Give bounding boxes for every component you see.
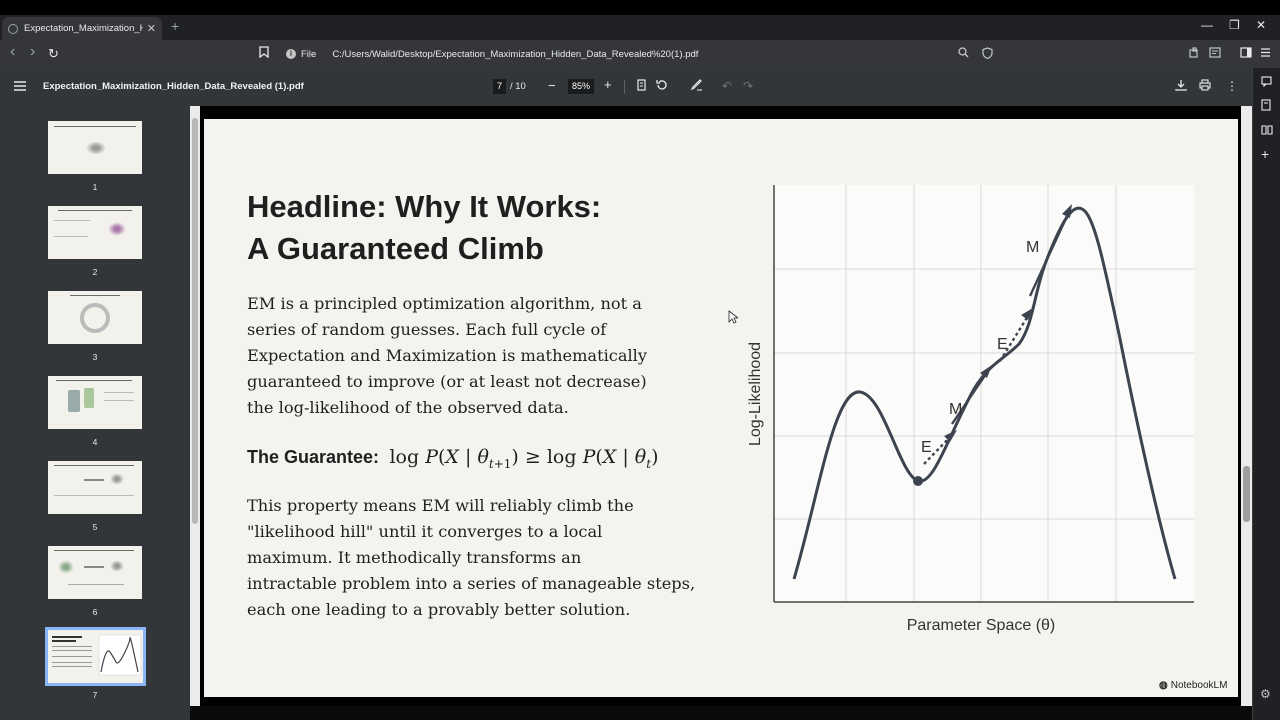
thumbnail-number: 4 — [92, 437, 98, 447]
shield-icon[interactable] — [982, 47, 993, 62]
body-line: This property means EM will reliably cli… — [247, 496, 634, 515]
toolbar-divider — [624, 80, 625, 94]
zoom-level-input[interactable]: 85% — [568, 79, 594, 94]
url-text[interactable]: C:/Users/Walid/Desktop/Expectation_Maxim… — [332, 49, 698, 60]
zoom-in-button[interactable]: + — [604, 77, 612, 92]
thumbnail-number: 1 — [92, 182, 98, 192]
body-line: intractable problem into a series of man… — [247, 574, 696, 593]
headline-line: Headline: Why It Works: — [247, 189, 602, 224]
headline-line: A Guaranteed Climb — [247, 231, 544, 266]
minimize-button[interactable]: — — [1201, 18, 1213, 32]
y-axis-label: Log-Likelihood — [747, 342, 764, 446]
mouse-cursor-icon — [728, 310, 738, 324]
back-button[interactable]: ‹ — [10, 43, 15, 61]
pdf-viewer: Headline: Why It Works: A Guaranteed Cli… — [200, 106, 1241, 706]
forward-button[interactable]: › — [30, 43, 35, 61]
bookmark-icon[interactable] — [259, 46, 269, 61]
extensions-icon[interactable] — [1189, 47, 1200, 61]
undo-icon[interactable]: ↶ — [722, 79, 732, 93]
brand-text: NotebookLM — [1170, 680, 1228, 691]
body-line: the log-likelihood of the observed data. — [247, 398, 569, 417]
scheme-label: File — [301, 48, 317, 60]
thumbnail-number: 7 — [92, 690, 98, 700]
thumbnail-scrollbar[interactable] — [190, 106, 200, 706]
page-thumbnail[interactable] — [48, 461, 142, 514]
zoom-out-button[interactable]: − — [548, 78, 556, 93]
guarantee-statement: The Guarantee: log P(X | θt+1) ≥ log P(X… — [247, 446, 747, 471]
close-window-button[interactable]: ✕ — [1256, 18, 1266, 32]
info-icon[interactable]: i — [286, 49, 296, 59]
search-icon[interactable] — [958, 47, 969, 61]
annotate-icon[interactable] — [690, 79, 703, 94]
guarantee-formula: log P(X | θt+1) ≥ log P(X | θt) — [389, 446, 659, 471]
body-line: EM is a principled optimization algorith… — [247, 294, 642, 313]
guarantee-label: The Guarantee: — [247, 447, 380, 467]
fit-page-icon[interactable] — [637, 79, 646, 94]
side-panel-icon[interactable] — [1240, 47, 1252, 61]
step-label: E — [997, 336, 1008, 353]
add-panel-icon[interactable]: + — [1261, 146, 1269, 162]
tab-close-icon[interactable]: ✕ — [147, 22, 156, 35]
notebooklm-brand: ◍ NotebookLM — [1159, 680, 1227, 691]
download-icon[interactable] — [1175, 79, 1187, 94]
page-thumbnail[interactable] — [48, 546, 142, 599]
browser-side-panel: + — [1252, 68, 1280, 720]
viewer-scrollbar[interactable] — [1241, 106, 1252, 706]
body-line: each one leading to a provably better so… — [247, 600, 631, 619]
pdf-file-name: Expectation_Maximization_Hidden_Data_Rev… — [43, 81, 304, 92]
top-bezel — [0, 0, 1280, 15]
body-paragraph-1: EM is a principled optimization algorith… — [247, 291, 737, 421]
body-line: maximum. It methodically transforms an — [247, 548, 582, 567]
page-thumbnail[interactable] — [48, 291, 142, 344]
chat-icon[interactable] — [1261, 76, 1272, 90]
navigation-bar: ‹ › ↻ i File C:/Users/Walid/Desktop/Expe… — [0, 40, 1280, 68]
step-label: M — [1026, 239, 1039, 256]
settings-gear-icon[interactable]: ⚙ — [1260, 687, 1271, 701]
browser-tab[interactable]: Expectation_Maximization_Hidd ✕ — [2, 17, 162, 40]
address-bar[interactable]: i File C:/Users/Walid/Desktop/Expectatio… — [278, 43, 1000, 65]
rotate-icon[interactable] — [656, 79, 668, 94]
redo-icon[interactable]: ↷ — [743, 79, 753, 93]
more-options-icon[interactable]: ⋮ — [1226, 79, 1238, 93]
notebooklm-logo-icon: ◍ — [1159, 680, 1168, 691]
tab-strip: Expectation_Maximization_Hidd ✕ + — ❐ ✕ — [0, 15, 1280, 40]
page-total: / 10 — [510, 81, 526, 92]
maximize-button[interactable]: ❐ — [1229, 18, 1240, 32]
x-axis-label: Parameter Space (θ) — [907, 617, 1056, 634]
reading-list-icon[interactable] — [1261, 124, 1273, 138]
print-icon[interactable] — [1199, 79, 1211, 94]
thumbnail-number: 6 — [92, 607, 98, 617]
step-label: E — [921, 439, 932, 456]
reload-button[interactable]: ↻ — [48, 46, 59, 62]
likelihood-chart: E M E M Log-Likelihood Parameter Space (… — [747, 185, 1194, 634]
hamburger-menu-icon[interactable] — [14, 79, 26, 94]
body-line: Expectation and Maximization is mathemat… — [247, 346, 647, 365]
slide-headline: Headline: Why It Works: A Guaranteed Cli… — [247, 186, 727, 270]
page-thumbnail[interactable] — [48, 376, 142, 429]
thumbnail-number: 5 — [92, 522, 98, 532]
tab-title: Expectation_Maximization_Hidd — [24, 23, 143, 34]
body-paragraph-2: This property means EM will reliably cli… — [247, 493, 737, 623]
body-line: "likelihood hill" until it converges to … — [247, 522, 603, 541]
body-line: guaranteed to improve (or at least not d… — [247, 372, 647, 391]
thumbnail-number: 2 — [92, 267, 98, 277]
start-point — [913, 476, 923, 486]
step-label: M — [949, 401, 962, 418]
globe-icon — [8, 23, 18, 34]
thumbnail-pane: 1 2 3 4 5 6 7 — [0, 106, 190, 720]
pdf-toolbar: Expectation_Maximization_Hidden_Data_Rev… — [0, 68, 1252, 106]
notes-icon[interactable] — [1261, 99, 1271, 114]
page-thumbnail-active[interactable] — [45, 627, 146, 686]
page-thumbnail[interactable] — [48, 121, 142, 174]
pdf-page: Headline: Why It Works: A Guaranteed Cli… — [204, 119, 1238, 697]
body-line: series of random guesses. Each full cycl… — [247, 320, 607, 339]
browser-menu-icon[interactable] — [1260, 47, 1271, 61]
page-thumbnail[interactable] — [48, 206, 142, 259]
thumbnail-number: 3 — [92, 352, 98, 362]
page-number-input[interactable]: 7 — [493, 79, 506, 94]
new-tab-button[interactable]: + — [171, 18, 179, 34]
reading-mode-icon[interactable] — [1209, 47, 1221, 61]
